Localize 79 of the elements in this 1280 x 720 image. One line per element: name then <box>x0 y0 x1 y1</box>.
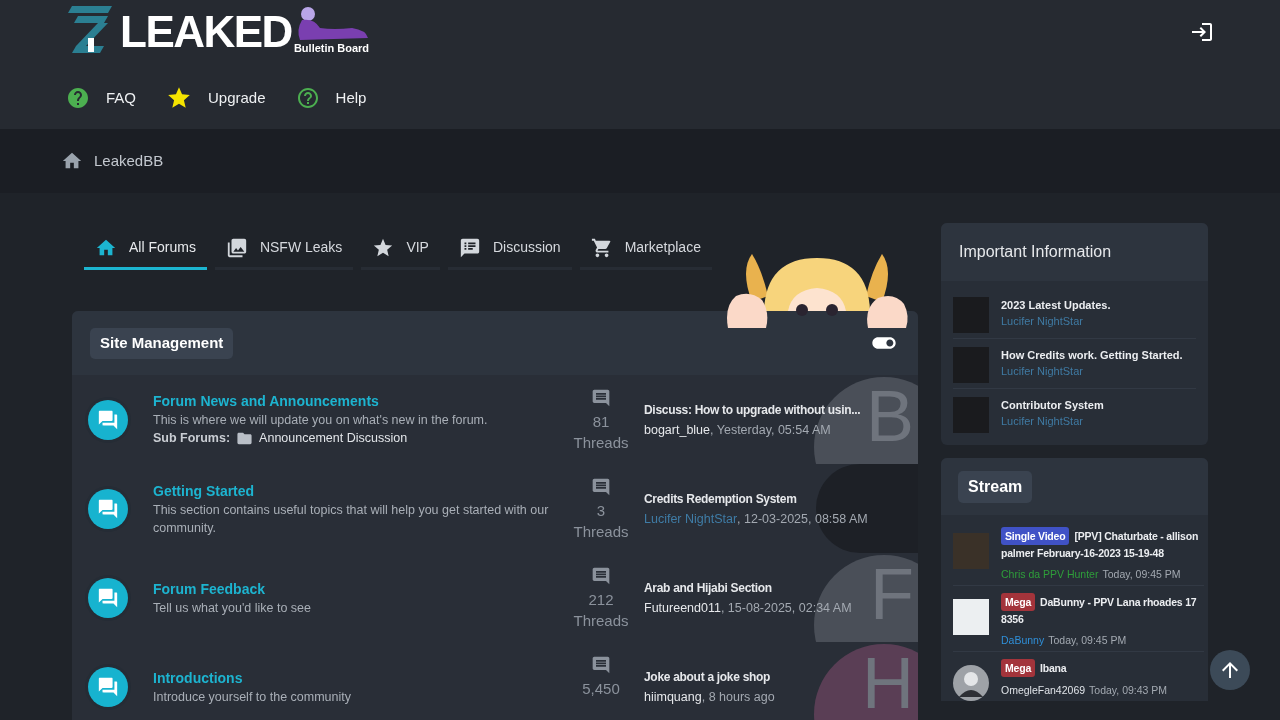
notes-bubble-icon <box>458 236 481 259</box>
threads-label: Threads <box>573 611 629 631</box>
thread-count: 81 <box>592 412 610 432</box>
threads-label: Threads <box>573 522 629 542</box>
sub-forum-link[interactable]: Announcement Discussion <box>259 429 408 448</box>
forum-tab[interactable]: NSFW Leaks <box>214 228 354 270</box>
forum-title-link[interactable]: Forum News and Announcements <box>153 391 566 411</box>
author-link[interactable]: bogart_blue <box>644 419 711 440</box>
breadcrumb-link[interactable]: LeakedBB <box>94 149 164 173</box>
post-time: , 15-08-2025, 02:34 AM <box>720 599 852 617</box>
forum-title-link[interactable]: Getting Started <box>153 480 566 501</box>
login-icon <box>1190 20 1214 44</box>
post-time: , 12-03-2025, 08:58 AM <box>737 510 868 528</box>
forum-tab[interactable]: All Forums <box>84 228 207 270</box>
forum-description: This section contains useful topics that will help you get started with our community. <box>153 501 550 537</box>
post-time: Today, 09:45 PM <box>1048 633 1127 648</box>
last-post-title-link[interactable]: Arab and Hijabi Section <box>644 577 772 598</box>
comment-icon <box>591 388 611 408</box>
stream-post-link[interactable]: Mega Ibana <box>1001 659 1168 677</box>
author-link[interactable]: DaBunny <box>1001 632 1045 648</box>
avatar-photo <box>953 397 989 433</box>
forum-icon <box>85 485 131 532</box>
nav-link[interactable]: Help <box>295 86 367 110</box>
nav-link[interactable]: Upgrade <box>166 85 266 111</box>
last-post-title-link[interactable]: Joke about a joke shop <box>644 666 771 687</box>
post-time: , 8 hours ago <box>701 688 775 706</box>
star-icon <box>166 85 192 111</box>
sub-forums-label: Sub Forums: <box>153 430 231 447</box>
category-tag: Mega <box>1001 659 1036 677</box>
category-tag: Single Video <box>1001 527 1070 545</box>
nav-link[interactable]: FAQ <box>66 86 136 110</box>
avatar-photo <box>953 347 989 383</box>
info-post-link[interactable]: How Credits work. Getting Started. <box>1001 347 1183 363</box>
category-tag: Mega <box>1001 593 1036 611</box>
forum-title-link[interactable]: Introductions <box>153 667 566 688</box>
author-link[interactable]: Futureend011 <box>644 597 721 618</box>
comment-icon <box>591 477 611 497</box>
post-time: Today, 09:45 PM <box>1102 567 1181 582</box>
images-icon <box>225 236 248 259</box>
forum-title-link[interactable]: Forum Feedback <box>153 578 566 599</box>
avatar-image <box>953 599 989 635</box>
thread-count: 212 <box>588 590 614 610</box>
last-post-title-link[interactable]: Credits Redemption System <box>644 488 797 509</box>
forum-description: Introduce yourself to the community <box>153 688 352 706</box>
forum-tab[interactable]: Discussion <box>447 228 572 270</box>
forum-icon <box>85 663 131 710</box>
author-link[interactable]: Chris da PPV Hunter <box>1001 566 1099 582</box>
help-icon <box>295 86 320 110</box>
logo-wordmark: LEAKED <box>120 10 292 54</box>
comment-icon <box>591 655 611 675</box>
cart-icon <box>590 236 613 259</box>
logo-tagline: Bulletin Board <box>293 42 370 54</box>
avatar-photo <box>953 297 989 333</box>
forum-tab[interactable]: VIP <box>361 228 440 270</box>
forum-description: This is where we will update you on what's new in the forum. <box>153 412 489 429</box>
stream-title: Stream <box>958 470 1033 503</box>
post-time: , Yesterday, 05:54 AM <box>710 421 831 439</box>
login-button[interactable] <box>1190 20 1214 44</box>
thread-count: 3 <box>596 501 606 521</box>
forum-icon <box>85 574 131 621</box>
forum-icon <box>85 396 131 443</box>
forum-tab[interactable]: Marketplace <box>579 228 712 270</box>
info-post-link[interactable]: Contributor System <box>1001 397 1104 413</box>
category-title: Site Management <box>90 327 234 359</box>
thread-count: 5,450 <box>582 679 620 699</box>
author-link[interactable]: hiimquang <box>644 686 702 707</box>
comment-icon <box>591 566 611 586</box>
scroll-top-button[interactable] <box>1210 650 1250 690</box>
stream-post-link[interactable]: Mega DaBunny - PPV Lana rhoades 17 8356 <box>1001 593 1204 627</box>
author-link[interactable]: OmegleFan42069 <box>1001 682 1086 698</box>
info-post-link[interactable]: 2023 Latest Updates. <box>1001 297 1111 313</box>
folder-icon <box>236 430 254 447</box>
last-post-title-link[interactable]: Discuss: How to upgrade without usin... <box>644 399 861 420</box>
threads-label: Threads <box>573 433 629 453</box>
stream-post-link[interactable]: Single Video [PPV] Chaturbate - allison palmer February-16-2023 15-19-48 <box>1001 527 1204 561</box>
question-bubble-icon <box>66 86 90 110</box>
post-time: Today, 09:43 PM <box>1089 683 1168 698</box>
forum-description: Tell us what you'd like to see <box>153 599 313 617</box>
panel-title: Important Information <box>959 242 1112 262</box>
